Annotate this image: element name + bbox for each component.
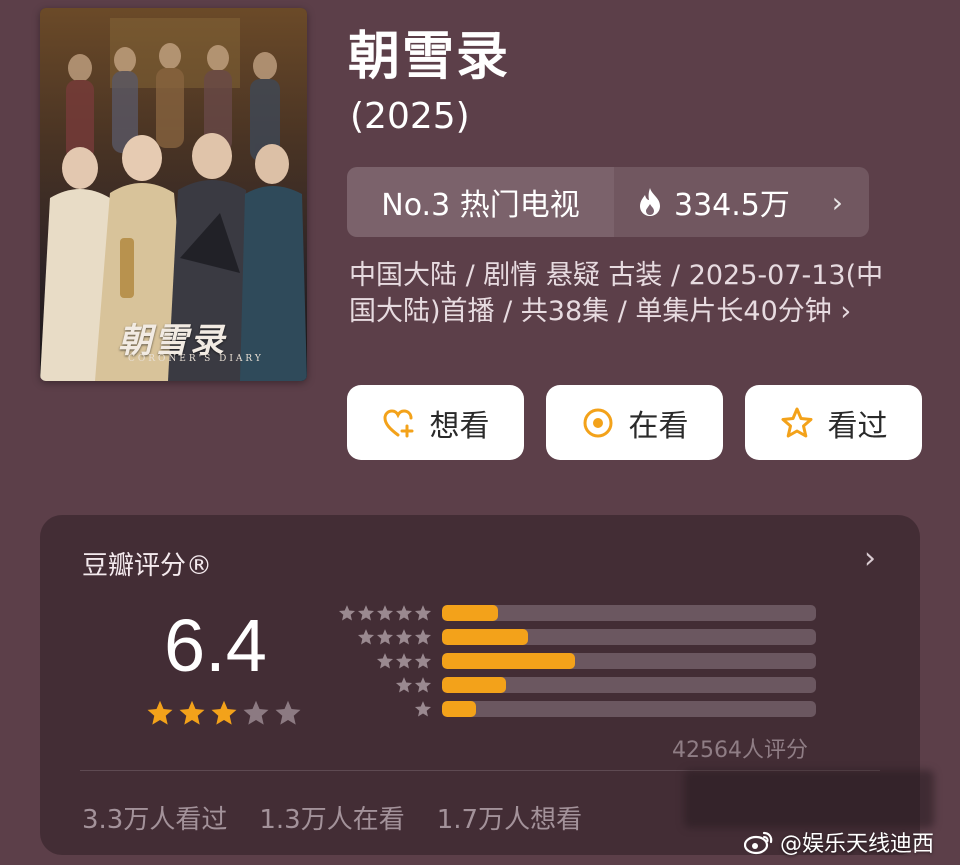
small-star-icon [395, 653, 413, 669]
small-star-icon [376, 605, 394, 621]
movie-detail-page: 朝雪录 CORONER'S DIARY 朝雪录 (2025) No.3 热门电视… [0, 0, 960, 865]
chevron-right-icon[interactable]: › [864, 541, 876, 576]
heart-plus-icon [382, 408, 413, 437]
row-stars [336, 700, 432, 718]
chevron-right-icon: › [831, 185, 843, 219]
row-stars [336, 628, 432, 646]
rating-bar-track [442, 653, 816, 669]
flame-icon [640, 188, 660, 216]
watched-count[interactable]: 3.3万人看过 [82, 799, 227, 836]
rating-bar-track [442, 629, 816, 645]
star-empty-icon [275, 700, 301, 725]
show-title: 朝雪录 [348, 27, 511, 87]
want-to-watch-button[interactable]: 想看 [347, 385, 524, 460]
show-year: (2025) [350, 96, 470, 137]
score-stars [146, 699, 302, 727]
small-star-icon [357, 629, 375, 645]
target-icon [583, 408, 612, 437]
watching-count[interactable]: 1.3万人在看 [259, 799, 404, 836]
small-star-icon [376, 629, 394, 645]
watched-button[interactable]: 看过 [745, 385, 922, 460]
rating-row-4 [336, 625, 816, 649]
small-star-icon [395, 605, 413, 621]
watermark: @娱乐天线迪西 [744, 826, 934, 858]
rating-bar-fill [442, 677, 506, 693]
watching-label: 在看 [628, 408, 689, 444]
row-stars [336, 652, 432, 670]
row-stars [336, 604, 432, 622]
rating-bar-fill [442, 605, 499, 621]
star-empty-icon [243, 700, 269, 725]
small-star-icon [414, 653, 432, 669]
small-star-icon [357, 605, 375, 621]
rating-bar-track [442, 701, 816, 717]
poster-subtitle-art: CORONER'S DIARY [128, 354, 264, 364]
watching-button[interactable]: 在看 [546, 385, 723, 460]
rank-pill[interactable]: No.3 热门电视 334.5万 › [347, 167, 869, 237]
rating-row-1 [336, 697, 816, 721]
show-meta[interactable]: 中国大陆 / 剧情 悬疑 古装 / 2025-07-13(中国大陆)首播 / 共… [349, 258, 909, 330]
small-star-icon [395, 677, 413, 693]
rating-distribution [336, 601, 816, 721]
small-star-icon [395, 629, 413, 645]
heat-value: 334.5万 [674, 188, 790, 223]
rating-bar-fill [442, 653, 575, 669]
action-buttons: 想看 在看 看过 [347, 385, 922, 460]
rating-row-3 [336, 649, 816, 673]
rating-score: 6.4 [164, 604, 267, 687]
want-count[interactable]: 1.7万人想看 [437, 799, 582, 836]
watch-stats: 3.3万人看过 1.3万人在看 1.7万人想看 [82, 799, 582, 836]
small-star-icon [376, 653, 394, 669]
star-filled-icon [147, 700, 173, 725]
weibo-logo-icon [744, 831, 773, 855]
small-star-icon [414, 605, 432, 621]
rank-label: No.3 热门电视 [347, 167, 614, 237]
watched-label: 看过 [827, 408, 888, 444]
watermark-text: @娱乐天线迪西 [780, 832, 935, 857]
star-outline-icon [781, 407, 812, 437]
small-star-icon [414, 629, 432, 645]
small-star-icon [338, 605, 356, 621]
rating-title: 豆瓣评分® [82, 551, 213, 581]
poster-image[interactable]: 朝雪录 CORONER'S DIARY [40, 8, 307, 381]
rating-count: 42564人评分 [672, 738, 808, 763]
want-label: 想看 [429, 408, 490, 444]
star-filled-icon [179, 700, 205, 725]
star-filled-icon [211, 700, 237, 725]
small-star-icon [414, 677, 432, 693]
rating-bar-track [442, 677, 816, 693]
rating-bar-fill [442, 701, 476, 717]
blurred-region [684, 770, 934, 828]
heat-section: 334.5万 › [614, 167, 869, 237]
rating-row-2 [336, 673, 816, 697]
rating-bar-track [442, 605, 816, 621]
small-star-icon [414, 701, 432, 717]
row-stars [336, 676, 432, 694]
rating-row-5 [336, 601, 816, 625]
rating-bar-fill [442, 629, 529, 645]
